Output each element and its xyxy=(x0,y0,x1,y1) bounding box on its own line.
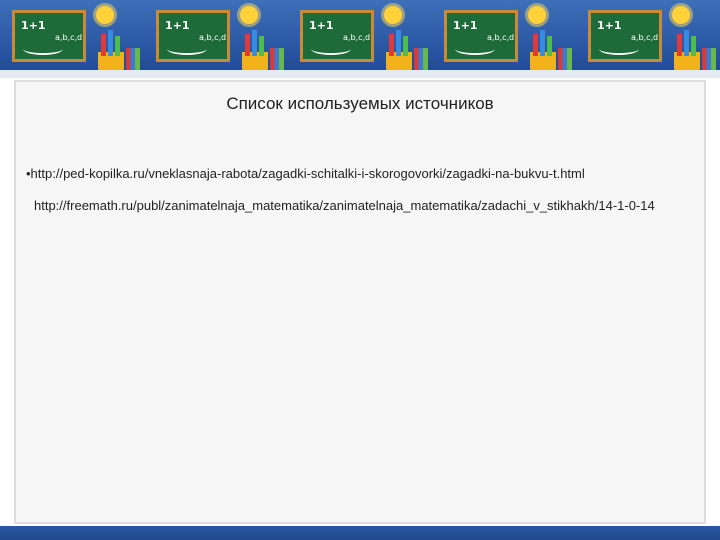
chalkboard-text: 1+1 xyxy=(597,19,622,32)
border-tile: 1+1 a,b,c,d xyxy=(0,0,144,78)
source-link-2[interactable]: http://freemath.ru/publ/zanimatelnaja_ma… xyxy=(34,196,698,215)
pencil-icon xyxy=(547,36,552,56)
pencil-icon xyxy=(108,30,113,56)
border-tile: 1+1 a,b,c,d xyxy=(432,0,576,78)
chalkboard-icon: 1+1 a,b,c,d xyxy=(588,10,662,62)
chalkboard-subtext: a,b,c,d xyxy=(487,33,515,42)
chalkboard-icon: 1+1 a,b,c,d xyxy=(12,10,86,62)
sun-icon xyxy=(96,6,114,24)
chalkboard-icon: 1+1 a,b,c,d xyxy=(300,10,374,62)
pencil-icon xyxy=(396,30,401,56)
pencil-icon xyxy=(533,34,538,56)
chalkboard-text: 1+1 xyxy=(453,19,478,32)
decorative-top-border: 1+1 a,b,c,d 1+1 a,b,c,d 1+1 a,b,c,d 1+1 … xyxy=(0,0,720,78)
pencil-icon xyxy=(403,36,408,56)
chalkboard-subtext: a,b,c,d xyxy=(55,33,83,42)
sun-icon xyxy=(240,6,258,24)
window-sill xyxy=(0,70,720,78)
chalkboard-subtext: a,b,c,d xyxy=(199,33,227,42)
border-tile: 1+1 a,b,c,d xyxy=(144,0,288,78)
decorative-bottom-border xyxy=(0,526,720,540)
pencil-icon xyxy=(540,30,545,56)
sun-icon xyxy=(672,6,690,24)
sun-icon xyxy=(528,6,546,24)
pencil-icon xyxy=(101,34,106,56)
pencil-icon xyxy=(691,36,696,56)
pencil-icon xyxy=(684,30,689,56)
pencil-icon xyxy=(245,34,250,56)
sun-icon xyxy=(384,6,402,24)
pencil-icon xyxy=(389,34,394,56)
content-panel xyxy=(14,80,706,524)
border-tile: 1+1 a,b,c,d xyxy=(576,0,720,78)
chalkboard-text: 1+1 xyxy=(309,19,334,32)
border-tile: 1+1 a,b,c,d xyxy=(288,0,432,78)
chalkboard-subtext: a,b,c,d xyxy=(343,33,371,42)
chalkboard-text: 1+1 xyxy=(165,19,190,32)
pencil-icon xyxy=(259,36,264,56)
chalkboard-icon: 1+1 a,b,c,d xyxy=(444,10,518,62)
pencil-icon xyxy=(677,34,682,56)
slide-title: Список используемых источников xyxy=(226,94,494,113)
chalkboard-text: 1+1 xyxy=(21,19,46,32)
pencil-icon xyxy=(252,30,257,56)
chalkboard-icon: 1+1 a,b,c,d xyxy=(156,10,230,62)
source-link-1[interactable]: •http://ped-kopilka.ru/vneklasnaja-rabot… xyxy=(26,166,585,181)
pencil-icon xyxy=(115,36,120,56)
chalkboard-subtext: a,b,c,d xyxy=(631,33,659,42)
